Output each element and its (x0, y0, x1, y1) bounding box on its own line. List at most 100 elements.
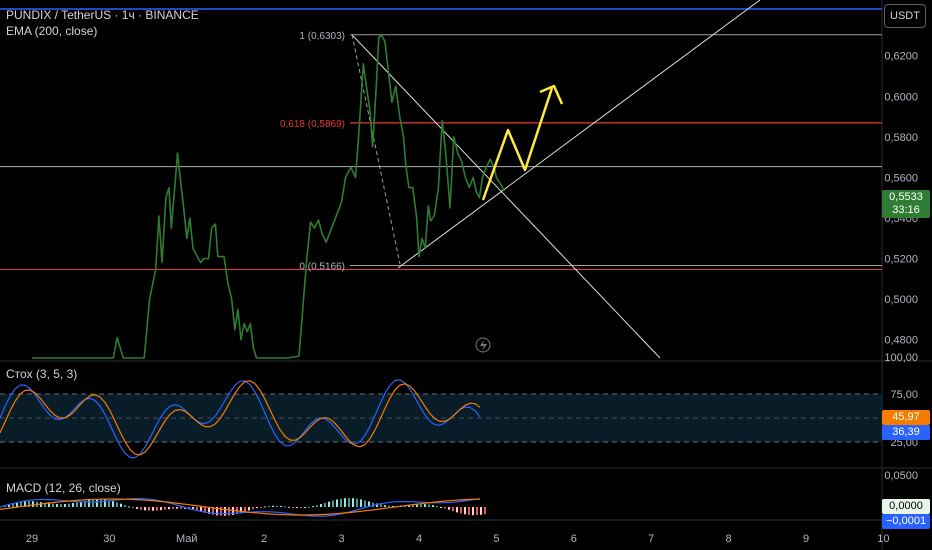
stoch-d-tag: 36,39 (882, 425, 930, 440)
macd-histogram-bar (300, 507, 302, 508)
macd-histogram-bar (436, 506, 438, 508)
macd-histogram-bar (464, 507, 466, 515)
macd-histogram-bar (76, 502, 78, 507)
macd-histogram-bar (72, 503, 74, 507)
time-tick-label: 7 (648, 533, 654, 545)
stoch-k-tag: 45,97 (882, 410, 930, 425)
time-tick-label: Май (176, 533, 198, 545)
macd-histogram-bar (476, 507, 478, 516)
macd-histogram-bar (92, 499, 94, 507)
macd-histogram-bar (244, 507, 246, 512)
price-tick-label: 0,5800 (884, 132, 918, 144)
bar-countdown: 33:16 (892, 204, 920, 216)
macd-histogram-bar (164, 507, 166, 510)
stoch-indicator-label[interactable]: Стох (3, 5, 3) (6, 367, 77, 381)
currency-unit-button[interactable]: USDT (884, 4, 926, 28)
macd-histogram-bar (428, 504, 430, 507)
fib-anchor-dashed-line (351, 34, 401, 265)
price-tick-label: 0,5000 (884, 294, 918, 306)
macd-histogram-bar (112, 501, 114, 507)
macd-histogram-bar (120, 503, 122, 507)
price-line (32, 34, 505, 359)
macd-histogram-bar (68, 503, 70, 507)
macd-histogram-bar (296, 507, 298, 508)
bolt-glyph (480, 340, 487, 351)
macd-histogram-bar (328, 501, 330, 507)
macd-histogram-bar (472, 507, 474, 516)
stoch-axis-100: 100,00 (884, 352, 918, 364)
macd-histogram-bar (276, 505, 278, 507)
time-tick-label: 10 (877, 533, 889, 545)
macd-histogram-bar (64, 503, 66, 507)
macd-histogram-bar (148, 507, 150, 511)
price-tick-label: 0,6200 (884, 51, 918, 63)
symbol-title: PUNDIX / TetherUS · 1ч · BINANCE (6, 8, 199, 22)
macd-histogram-bar (256, 507, 258, 509)
macd-histogram-bar (284, 506, 286, 508)
price-tick-label: 0,6000 (884, 91, 918, 103)
macd-histogram-bar (48, 503, 50, 507)
macd-histogram-bar (444, 507, 446, 509)
time-tick-label: 5 (493, 533, 499, 545)
macd-indicator-label[interactable]: MACD (12, 26, close) (6, 481, 121, 495)
macd-histogram-bar (176, 507, 178, 509)
macd-histogram-bar (344, 498, 346, 507)
macd-histogram-bar (264, 506, 266, 508)
macd-histogram-bar (88, 500, 90, 507)
time-tick-label: 29 (26, 533, 38, 545)
macd-histogram-bar (124, 505, 126, 507)
macd-histogram-bar (308, 506, 310, 508)
macd-histogram-bar (420, 504, 422, 507)
macd-histogram-bar (440, 507, 442, 508)
macd-histogram-bar (60, 504, 62, 507)
ascending-trendline (397, 0, 761, 269)
macd-histogram-bar (136, 507, 138, 509)
macd-histogram-bar (360, 499, 362, 507)
macd-histogram-bar (168, 507, 170, 510)
macd-histogram-bar (480, 507, 482, 515)
macd-histogram-bar (332, 500, 334, 507)
macd-histogram-bar (304, 507, 306, 508)
macd-histogram-bar (180, 507, 182, 509)
macd-histogram-bar (228, 507, 230, 516)
macd-histogram-bar (424, 504, 426, 507)
macd-histogram-bar (140, 507, 142, 510)
time-tick-label: 2 (261, 533, 267, 545)
macd-histogram-bar (432, 505, 434, 507)
last-price-tag: 0,5533 33:16 (882, 190, 930, 218)
macd-histogram-bar (132, 507, 134, 508)
stoch-axis-75: 75,00 (890, 389, 918, 401)
price-tick-label: 0,5200 (884, 254, 918, 266)
fib-label-top: 1 (0,6303) (299, 31, 345, 42)
macd-histogram-bar (32, 501, 34, 507)
chart-canvas[interactable]: 0,62000,60000,58000,56000,54000,52000,50… (0, 0, 932, 550)
macd-histogram-bar (384, 505, 386, 507)
macd-histogram-bar (324, 502, 326, 507)
macd-histogram-bar (116, 502, 118, 507)
macd-histogram-bar (56, 504, 58, 507)
ema-indicator-label[interactable]: EMA (200, close) (6, 24, 97, 38)
macd-histogram-bar (268, 505, 270, 507)
macd-histogram-bar (144, 507, 146, 511)
macd-neg-tag: −0,0001 (882, 514, 930, 529)
macd-histogram-bar (248, 507, 250, 511)
last-price-value: 0,5533 (889, 191, 923, 203)
macd-histogram-bar (452, 507, 454, 512)
macd-histogram-bar (96, 499, 98, 507)
macd-histogram-bar (292, 507, 294, 508)
macd-histogram-bar (348, 498, 350, 507)
macd-histogram-bar (280, 506, 282, 508)
macd-histogram-bar (172, 507, 174, 509)
macd-histogram-bar (224, 507, 226, 516)
macd-histogram-bar (160, 507, 162, 511)
macd-histogram-bar (320, 504, 322, 507)
time-tick-label: 8 (726, 533, 732, 545)
macd-histogram-bar (272, 505, 274, 507)
macd-histogram-bar (240, 507, 242, 514)
trading-chart[interactable]: 0,6200 0,6000 0,5800 0,5600 0,5400 0,5200 0,50… (0, 0, 932, 550)
macd-histogram-bar (52, 503, 54, 507)
macd-axis-label: 0,0500 (884, 470, 918, 482)
macd-histogram-bar (316, 505, 318, 507)
macd-histogram-bar (388, 505, 390, 507)
time-tick-label: 9 (803, 533, 809, 545)
